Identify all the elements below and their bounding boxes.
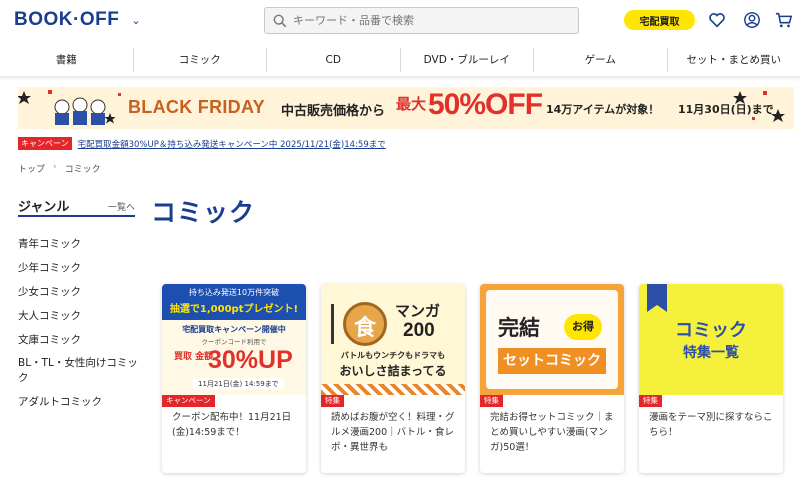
campaign-notice: キャンペーン 宅配買取金額30%UP＆持ち込み発送キャンペーン中 2025/11… — [18, 137, 386, 150]
genre-item[interactable]: 文庫コミック — [18, 328, 138, 352]
sidebar-all-link[interactable]: 一覧へ — [108, 200, 135, 213]
nav-divider — [0, 76, 800, 81]
sidebar-divider — [18, 215, 135, 217]
genre-item[interactable]: 大人コミック — [18, 304, 138, 328]
card-tag: 特集 — [639, 395, 662, 407]
card-image: 食 マンガ 200 バトルもウンチクもドラマも おいしさ詰まってる — [321, 284, 465, 395]
feature-card[interactable]: コミック 特集一覧 特集 漫画をテーマ別に探すならこちら！ — [639, 284, 783, 473]
card-text: 漫画をテーマ別に探すならこちら！ — [649, 412, 773, 438]
banner-date: 11月30日(日)まで — [678, 103, 774, 116]
chevron-right-icon: › — [53, 162, 57, 172]
genre-item[interactable]: 青年コミック — [18, 232, 138, 256]
breadcrumb-top[interactable]: トップ — [18, 162, 45, 175]
card-image: 持ち込み発送10万件突破 抽選で1,000ptプレゼント! 宅配買取キャンペーン… — [162, 284, 306, 395]
card-tag: キャンペーン — [162, 395, 215, 407]
genre-item[interactable]: アダルトコミック — [18, 390, 138, 414]
card-image-header: 持ち込み発送10万件突破 抽選で1,000ptプレゼント! — [162, 284, 306, 320]
card-text: クーポン配布中！11月21日(金)14:59まで！ — [172, 412, 292, 438]
card-image-body: 宅配買取キャンペーン開催中 クーポンコード利用で 買取 金額 30%UP 11月… — [162, 320, 306, 395]
mascot-icon — [54, 97, 106, 125]
nav-item-books[interactable]: 書籍 — [0, 48, 134, 72]
campaign-link[interactable]: 宅配買取金額30%UP＆持ち込み発送キャンペーン中 2025/11/21(金)1… — [78, 138, 386, 150]
feature-card[interactable]: 食 マンガ 200 バトルもウンチクもドラマも おいしさ詰まってる 特集 読めば… — [321, 284, 465, 473]
nav-item-cd[interactable]: CD — [267, 48, 401, 72]
campaign-tag: キャンペーン — [18, 137, 72, 150]
card-image-text: バトルもウンチクもドラマも — [340, 351, 446, 360]
card-image-text: セットコミック — [498, 348, 606, 374]
feature-card[interactable]: 持ち込み発送10万件突破 抽選で1,000ptプレゼント! 宅配買取キャンペーン… — [162, 284, 306, 473]
category-nav: 書籍 コミック CD DVD・ブルーレイ ゲーム セット・まとめ買い — [0, 48, 800, 72]
card-text: 完結お得セットコミック｜まとめ買いしやすい漫画(マンガ)50選！ — [490, 412, 614, 453]
card-image: 完結 お得 セットコミック — [480, 284, 624, 395]
genre-item[interactable]: BL・TL・女性向けコミック — [18, 352, 138, 390]
breadcrumb: トップ › コミック — [18, 162, 101, 175]
card-image-badge: お得 — [564, 314, 602, 340]
card-image-text: 30%UP — [208, 346, 293, 374]
card-image-text: コミック — [675, 320, 747, 341]
banner-text: 中古販売価格から — [281, 104, 386, 119]
heart-icon[interactable] — [708, 11, 726, 29]
nav-item-sets[interactable]: セット・まとめ買い — [668, 48, 800, 72]
search-box[interactable] — [264, 7, 579, 34]
chevron-down-icon[interactable]: ⌄ — [131, 14, 140, 27]
fork-icon — [331, 304, 334, 344]
page-title: コミック — [151, 198, 256, 227]
nav-item-games[interactable]: ゲーム — [534, 48, 668, 72]
cart-icon[interactable] — [775, 11, 793, 29]
genre-list: 青年コミック 少年コミック 少女コミック 大人コミック 文庫コミック BL・TL… — [18, 232, 138, 414]
card-image-text: 抽選で1,000ptプレゼント! — [169, 304, 299, 315]
food-mark-icon: 食 — [343, 302, 387, 346]
card-image-text: 食 — [353, 316, 376, 341]
card-image-text: おいしさ詰まってる — [339, 364, 447, 378]
feature-card[interactable]: 完結 お得 セットコミック 特集 完結お得セットコミック｜まとめ買いしやすい漫画… — [480, 284, 624, 473]
sidebar-title: ジャンル — [18, 200, 70, 215]
site-header: BOOK·OFF ⌄ 宅配買取 — [0, 0, 800, 42]
card-image-text: マンガ — [395, 302, 441, 320]
card-image-text: 宅配買取キャンペーン開催中 — [182, 325, 286, 334]
black-friday-banner[interactable]: BLACK FRIDAY 中古販売価格から 最大 50%OFF 14万アイテムが… — [18, 87, 794, 129]
genre-item[interactable]: 少年コミック — [18, 256, 138, 280]
card-image-text: 持ち込み発送10万件突破 — [188, 288, 280, 297]
banner-items: 14万アイテムが対象！ — [546, 103, 660, 116]
banner-percent: 50%OFF — [428, 88, 543, 121]
search-input[interactable] — [293, 14, 563, 27]
kaitori-button[interactable]: 宅配買取 — [624, 10, 695, 30]
card-image-text: 11月21日(金) 14:59まで — [192, 378, 285, 390]
card-tag: 特集 — [480, 395, 503, 407]
user-icon[interactable] — [743, 11, 761, 29]
genre-item[interactable]: 少女コミック — [18, 280, 138, 304]
card-tag: 特集 — [321, 395, 344, 407]
card-image-strip — [321, 384, 465, 395]
bookmark-icon — [647, 284, 667, 312]
nav-item-dvd[interactable]: DVD・ブルーレイ — [401, 48, 534, 72]
card-image: コミック 特集一覧 — [639, 284, 783, 395]
banner-max: 最大 — [396, 95, 427, 113]
logo-text: BOOK·OFF — [14, 9, 120, 30]
card-image-text: 特集一覧 — [683, 345, 739, 361]
card-text: 読めばお腹が空く！料理・グルメ漫画200｜バトル・食レポ・異世界も — [331, 412, 455, 453]
card-image-text: 200 — [403, 320, 435, 341]
banner-title: BLACK FRIDAY — [128, 97, 265, 117]
logo[interactable]: BOOK·OFF ⌄ — [14, 9, 141, 31]
card-image-text: クーポンコード利用で — [201, 338, 267, 346]
nav-item-comics[interactable]: コミック — [134, 48, 267, 72]
card-image-panel: 完結 お得 セットコミック — [486, 290, 618, 389]
search-icon — [273, 14, 287, 27]
card-image-text: 完結 — [498, 316, 540, 340]
breadcrumb-current: コミック — [64, 165, 101, 175]
